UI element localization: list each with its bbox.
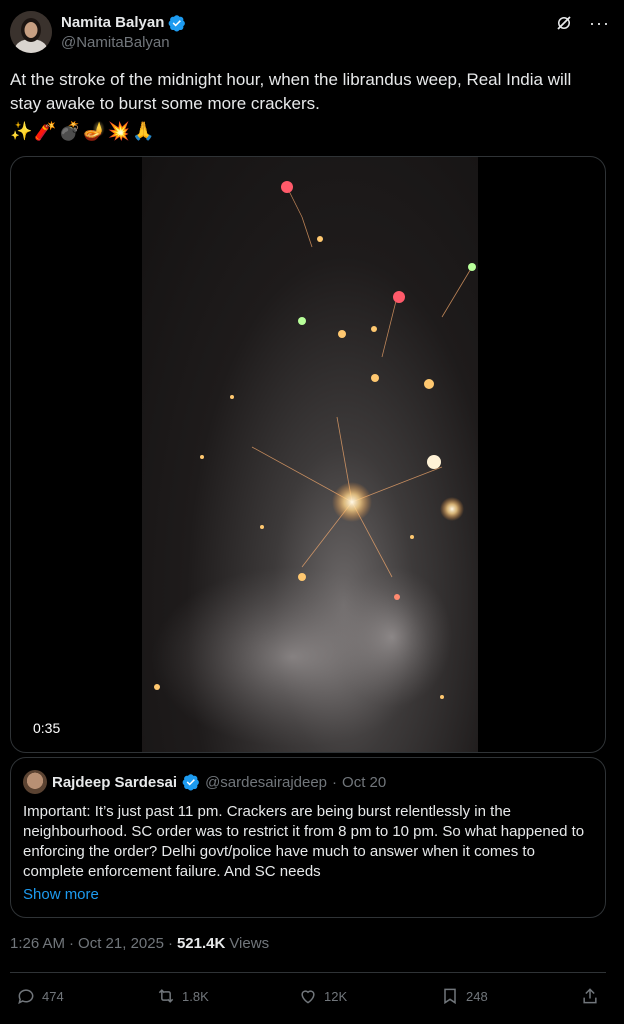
- quote-author-avatar: [23, 770, 47, 794]
- views-count: 521.4K: [176, 935, 226, 952]
- quote-author-name: Rajdeep Sardesai: [52, 773, 178, 791]
- post-text: At the stroke of the midnight hour, when…: [10, 70, 572, 113]
- divider: [10, 972, 606, 973]
- fireworks-video-frame[interactable]: [142, 157, 478, 752]
- share-icon: [583, 988, 597, 1004]
- repost-button[interactable]: 1.8K: [156, 986, 209, 1006]
- more-options-icon[interactable]: ···: [589, 14, 610, 32]
- sparkles-emoji: ✨: [10, 121, 33, 141]
- reply-count: 474: [42, 988, 64, 1004]
- repost-count: 1.8K: [182, 988, 209, 1004]
- diya-lamp-emoji: 🪔: [83, 121, 106, 141]
- meta-separator: ·: [167, 935, 173, 952]
- post-metadata: 1:26 AM · Oct 21, 2025 · 521.4K Views: [10, 935, 269, 952]
- quote-text: Important: It’s just past 11 pm. Cracker…: [23, 803, 585, 880]
- collision-emoji: 💥: [107, 121, 131, 141]
- author-avatar[interactable]: [10, 11, 52, 53]
- share-button[interactable]: [580, 986, 600, 1006]
- action-bar: 474 1.8K 12K 248: [16, 984, 608, 1012]
- quote-separator: ·: [332, 773, 338, 791]
- bookmark-button[interactable]: 248: [440, 986, 488, 1006]
- bomb-emoji: 💣: [58, 121, 82, 141]
- verified-badge-icon: [182, 774, 199, 791]
- grok-icon[interactable]: [555, 14, 573, 32]
- repost-icon: [158, 989, 174, 1003]
- bookmark-count: 248: [466, 988, 488, 1004]
- author-handle[interactable]: @NamitaBalyan: [61, 34, 186, 51]
- reply-icon: [18, 989, 34, 1005]
- heart-icon: [301, 990, 315, 1004]
- post-header: Namita Balyan @NamitaBalyan ···: [10, 10, 610, 54]
- meta-separator: ·: [69, 935, 75, 952]
- folded-hands-emoji: 🙏: [132, 121, 155, 141]
- like-button[interactable]: 12K: [298, 986, 347, 1006]
- verified-badge-icon: [169, 14, 186, 31]
- bookmark-icon: [444, 988, 456, 1005]
- video-duration: 0:35: [33, 720, 61, 736]
- author-name[interactable]: Namita Balyan: [61, 14, 164, 31]
- post-time[interactable]: 1:26 AM: [10, 935, 65, 952]
- reply-button[interactable]: 474: [16, 986, 64, 1006]
- video-player[interactable]: 0:35: [10, 156, 606, 753]
- post-date[interactable]: Oct 21, 2025: [78, 935, 164, 952]
- like-count: 12K: [324, 988, 348, 1004]
- firecracker-emoji: 🧨: [34, 121, 57, 141]
- quote-date: Oct 20: [342, 773, 387, 791]
- quoted-post[interactable]: Rajdeep Sardesai @sardesairajdeep · Oct …: [10, 757, 606, 918]
- views-label: Views: [229, 935, 270, 952]
- quote-author-handle: @sardesairajdeep: [205, 773, 328, 791]
- fireworks-image: [152, 181, 476, 747]
- post-emojis: ✨ 🧨 💣 🪔 💥 🙏: [10, 119, 155, 143]
- show-more-link[interactable]: Show more: [23, 884, 593, 906]
